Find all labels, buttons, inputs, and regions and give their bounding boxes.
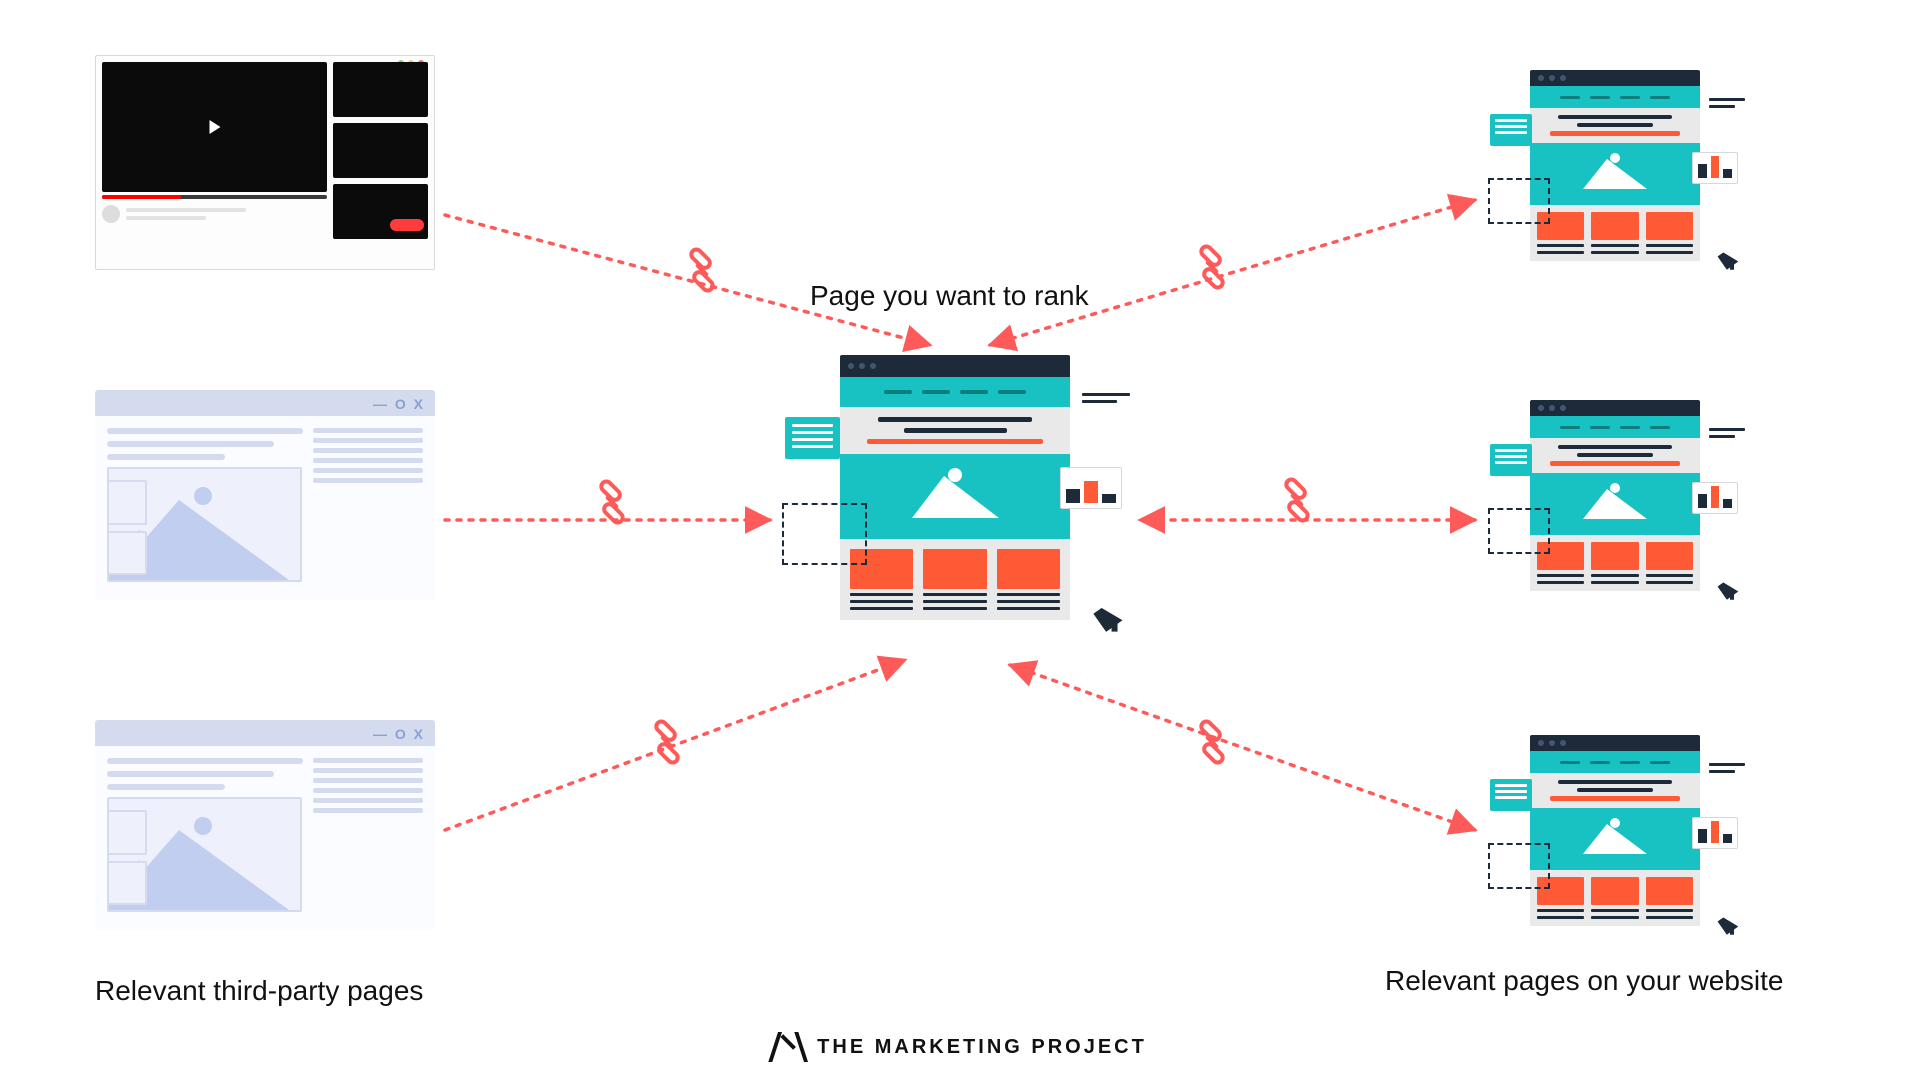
site-page-2 [1530,400,1700,591]
brand-logo-icon [773,1032,803,1062]
link-icon [671,239,733,301]
link-icon [1266,469,1328,531]
brand-text: THE MARKETING PROJECT [817,1036,1147,1059]
label-right-group: Relevant pages on your website [1385,965,1783,997]
link-icon [1181,711,1243,773]
link-icon [636,711,698,773]
link-icon [1181,236,1243,298]
cursor-icon [1093,602,1122,631]
video-player-icon [102,62,327,192]
window-controls-icon: — O X [373,396,425,412]
target-page [840,355,1070,620]
brand-footer: THE MARKETING PROJECT [773,1032,1147,1062]
window-controls-icon: — O X [373,726,425,742]
site-page-3 [1530,735,1700,926]
label-center: Page you want to rank [810,280,1089,312]
label-left-group: Relevant third-party pages [95,975,423,1007]
diagram-canvas: — O X — O X [0,0,1920,1080]
third-party-video-page [95,55,435,270]
third-party-blog-page-1: — O X [95,390,435,600]
third-party-blog-page-2: — O X [95,720,435,930]
cursor-icon [1718,913,1739,934]
link-icon [581,471,643,533]
site-page-1 [1530,70,1700,261]
cursor-icon [1718,248,1739,269]
cursor-icon [1718,578,1739,599]
